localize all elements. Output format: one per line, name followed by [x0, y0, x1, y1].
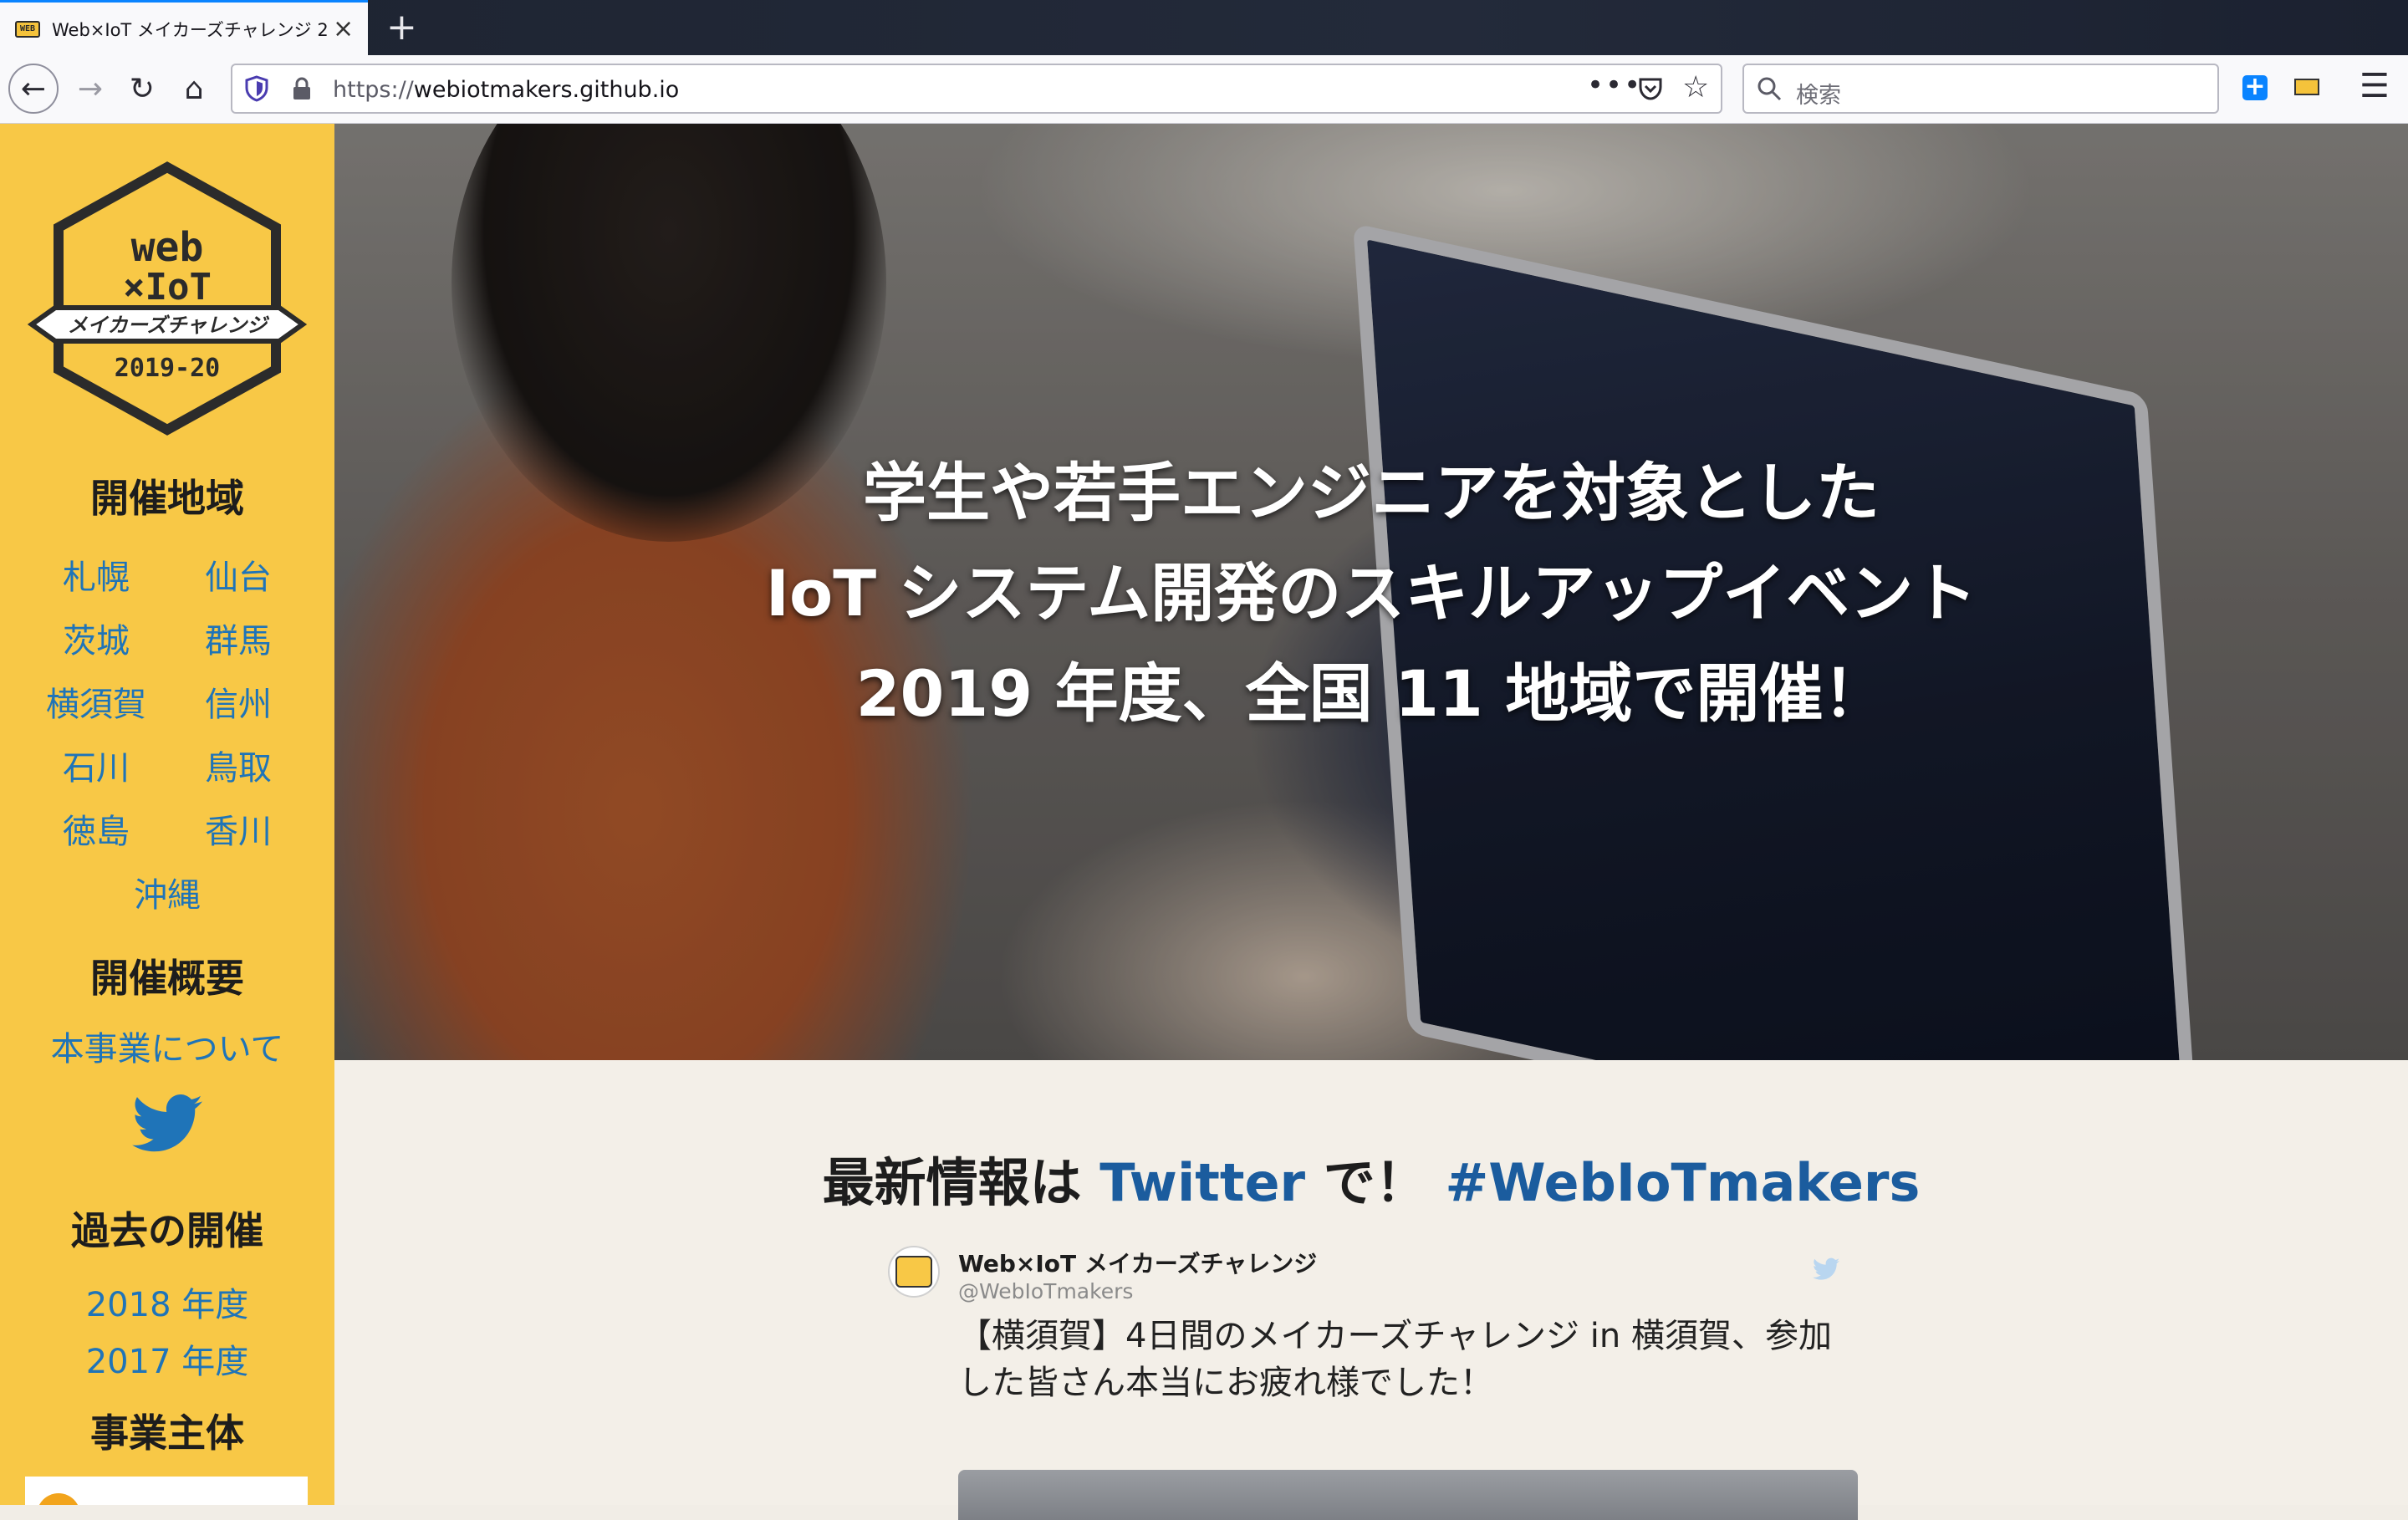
new-tab-button[interactable]: +: [386, 5, 417, 50]
webxiot-logo[interactable]: web ×IoT メイカーズチャレンジ 2019-20: [25, 161, 309, 436]
hero-line-2: IoT システム開発のスキルアップイベント: [765, 556, 1977, 630]
sidebar: web ×IoT メイカーズチャレンジ 2019-20 開催地域 札幌 仙台 茨…: [0, 124, 334, 1505]
tweet-author-name[interactable]: Web×IoT メイカーズチャレンジ: [958, 1246, 1317, 1279]
tracking-shield-icon[interactable]: [244, 75, 269, 102]
page-actions-more-icon[interactable]: •••: [1587, 69, 1642, 102]
organizer-logo-icon: [37, 1493, 80, 1505]
bookmark-star-icon[interactable]: ☆: [1682, 70, 1709, 105]
past-events-heading: 過去の開催: [71, 1208, 263, 1253]
address-bar[interactable]: https://webiotmakers.github.io ••• ☆: [231, 64, 1722, 114]
region-link-okinawa[interactable]: 沖縄: [0, 868, 334, 916]
past-link-2017[interactable]: 2017 年度: [0, 1334, 334, 1383]
hero-tagline: 学生や若手エンジニアを対象とした IoT システム開発のスキルアップイベント 2…: [334, 443, 2408, 744]
main-content: 最新情報は Twitter で！ #WebIoTmakers Web×IoT メ…: [334, 1060, 2408, 1520]
site-favicon-icon: WEB: [15, 20, 40, 38]
tab-title: Web×IoT メイカーズチャレンジ 2: [52, 19, 328, 40]
region-link-shinshu[interactable]: 信州: [176, 677, 301, 726]
logo-line-web: web: [131, 224, 204, 271]
url-text[interactable]: https://webiotmakers.github.io: [333, 77, 679, 103]
extension-plus-icon[interactable]: +: [2242, 74, 2268, 100]
pocket-icon[interactable]: [1637, 75, 1664, 102]
region-link-tokushima[interactable]: 徳島: [33, 804, 159, 853]
tweet-twitter-icon[interactable]: [1813, 1257, 1839, 1281]
hashtag-link[interactable]: #WebIoTmakers: [1445, 1152, 1920, 1213]
reload-button[interactable]: ↻: [119, 65, 166, 112]
back-button[interactable]: ←: [8, 64, 59, 114]
region-link-tottori[interactable]: 鳥取: [176, 741, 301, 789]
logo-banner: メイカーズチャレンジ: [68, 314, 270, 337]
twitter-bird-icon[interactable]: [132, 1094, 202, 1154]
region-link-sendai[interactable]: 仙台: [176, 550, 301, 599]
logo-line-iot: ×IoT: [123, 266, 212, 309]
organizer-heading: 事業主体: [90, 1410, 244, 1456]
tweet-media-image[interactable]: [958, 1470, 1858, 1520]
latest-info-heading: 最新情報は Twitter で！ #WebIoTmakers: [822, 1152, 1921, 1213]
twitter-link[interactable]: Twitter: [1099, 1152, 1305, 1213]
logo-year: 2019-20: [115, 354, 220, 383]
overview-heading: 開催概要: [90, 956, 244, 1001]
lock-icon[interactable]: [291, 77, 313, 100]
tweet-text: 【横須賀】4日間のメイカーズチャレンジ in 横須賀、参加した皆さん本当にお疲れ…: [958, 1317, 1832, 1402]
extension-ruler-icon[interactable]: [2294, 79, 2319, 95]
region-link-ibaraki[interactable]: 茨城: [33, 614, 159, 662]
search-icon: [1758, 77, 1782, 101]
region-link-sapporo[interactable]: 札幌: [33, 550, 159, 599]
region-link-ishikawa[interactable]: 石川: [33, 741, 159, 789]
tweet-author-handle[interactable]: @WebIoTmakers: [958, 1279, 1133, 1303]
active-tab[interactable]: WEB Web×IoT メイカーズチャレンジ 2 ×: [0, 0, 368, 55]
region-link-kagawa[interactable]: 香川: [176, 804, 301, 853]
avatar-logo-icon: [895, 1256, 932, 1288]
tweet-avatar[interactable]: [888, 1246, 940, 1298]
regions-heading: 開催地域: [90, 476, 244, 521]
hero-banner: 学生や若手エンジニアを対象とした IoT システム開発のスキルアップイベント 2…: [334, 124, 2408, 1060]
hero-line-1: 学生や若手エンジニアを対象とした: [863, 456, 1880, 530]
region-link-gunma[interactable]: 群馬: [176, 614, 301, 662]
about-link[interactable]: 本事業について: [0, 1022, 334, 1070]
search-bar[interactable]: 検索: [1742, 64, 2219, 114]
hamburger-menu-icon[interactable]: ☰: [2360, 67, 2390, 105]
navigation-toolbar: ← → ↻ ⌂ https://webiotmakers.github.io •…: [0, 55, 2408, 124]
tab-close-icon[interactable]: ×: [333, 14, 354, 43]
forward-button[interactable]: →: [67, 65, 114, 112]
hero-line-3: 2019 年度、全国 11 地域で開催！: [855, 656, 1887, 731]
organizer-logo-box[interactable]: [25, 1477, 308, 1505]
tab-bar: WEB Web×IoT メイカーズチャレンジ 2 × +: [0, 0, 2408, 55]
past-link-2018[interactable]: 2018 年度: [0, 1278, 334, 1326]
search-placeholder[interactable]: 検索: [1796, 77, 1841, 110]
home-button[interactable]: ⌂: [171, 65, 217, 112]
region-link-yokosuka[interactable]: 横須賀: [33, 677, 159, 726]
